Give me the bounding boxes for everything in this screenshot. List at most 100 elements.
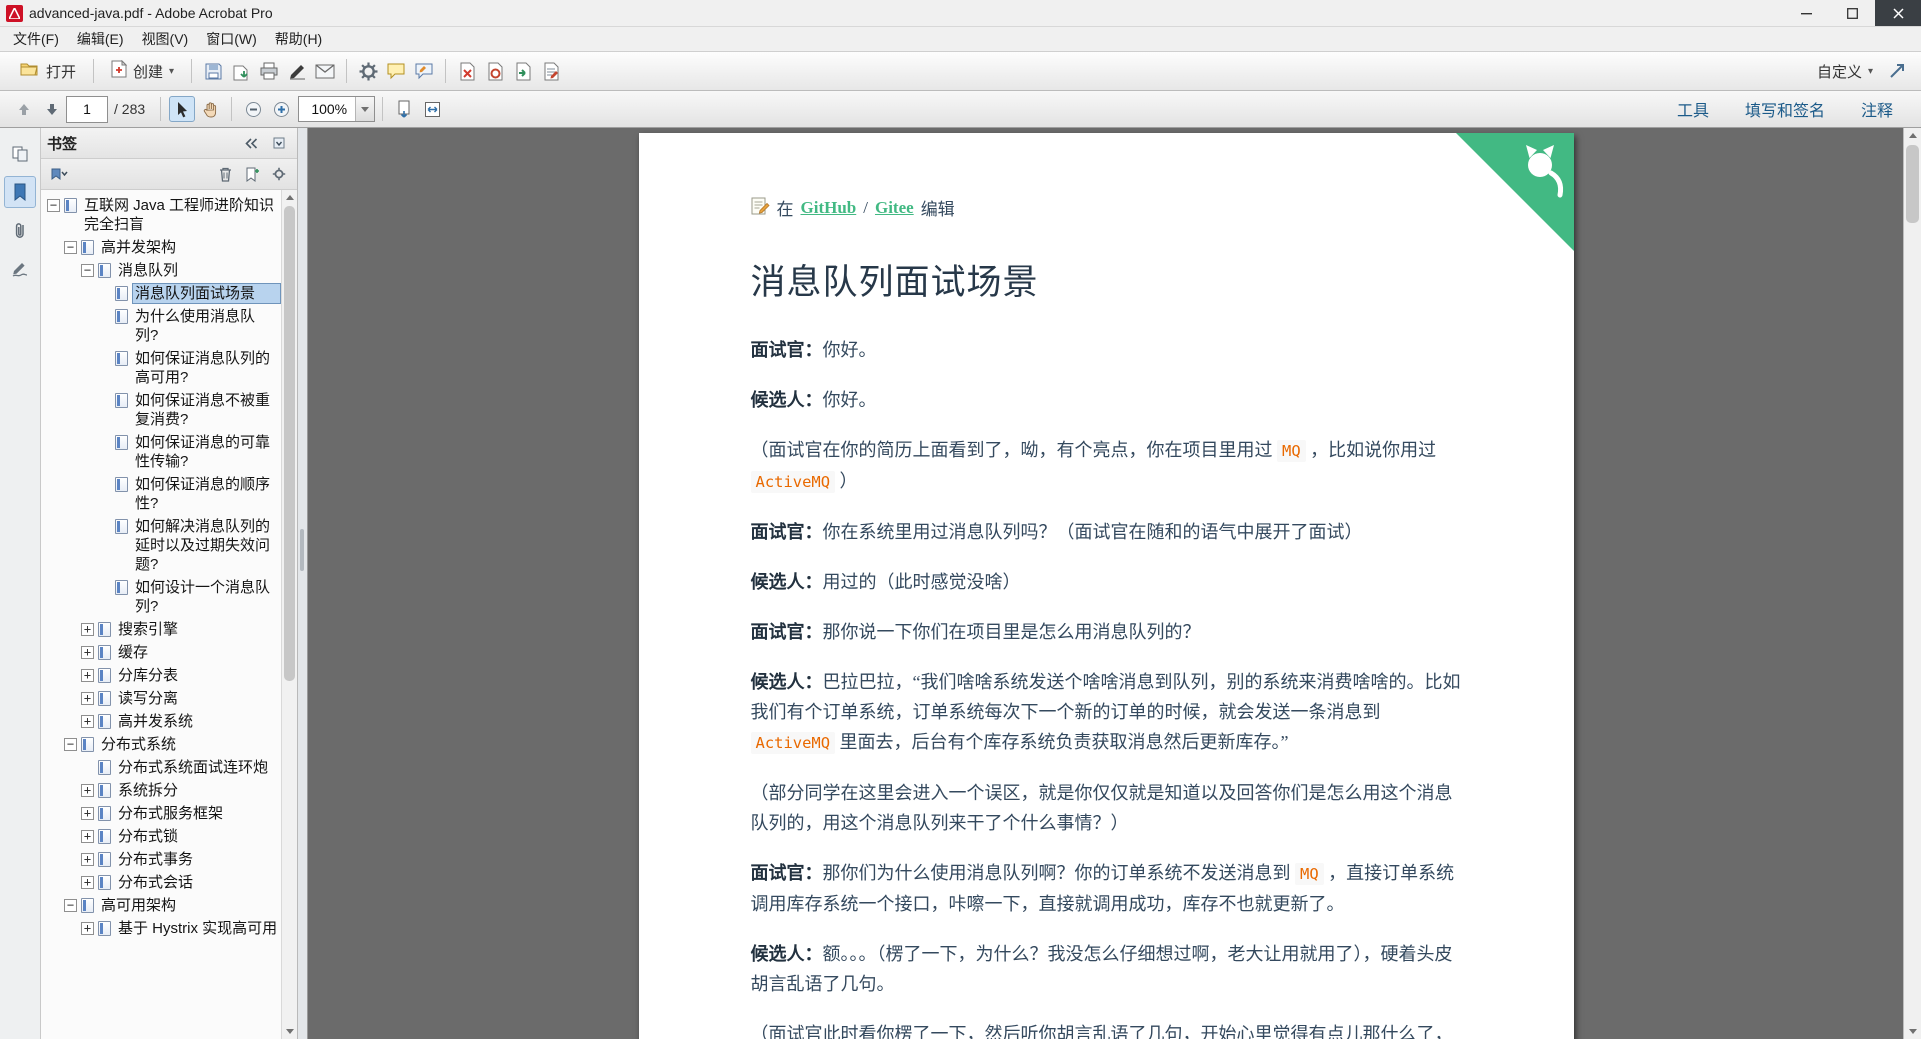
export-pdf-icon[interactable] (510, 58, 536, 84)
bookmark-item[interactable]: + 系统拆分 (41, 779, 282, 802)
minimize-button[interactable] (1783, 0, 1829, 26)
gitee-link[interactable]: Gitee (875, 198, 914, 218)
bookmark-item[interactable]: 如何保证消息的顺序性? (41, 473, 282, 515)
document-scroll-thumb[interactable] (1906, 145, 1919, 223)
delete-bookmark-icon[interactable] (213, 162, 237, 186)
bookmark-options-icon[interactable] (47, 162, 71, 186)
maximize-button[interactable] (1829, 0, 1875, 26)
expand-toggle-icon[interactable]: + (81, 646, 94, 659)
bookmark-item[interactable]: 如何保证消息队列的高可用? (41, 347, 282, 389)
page-thumbnails-icon[interactable] (4, 138, 36, 170)
github-link[interactable]: GitHub (801, 198, 857, 218)
bookmark-item[interactable]: + 分布式服务框架 (41, 802, 282, 825)
share-icon[interactable] (228, 58, 254, 84)
bookmark-item[interactable]: + 读写分离 (41, 687, 282, 710)
splitter-grip[interactable] (300, 528, 304, 571)
bookmark-item[interactable]: + 高并发系统 (41, 710, 282, 733)
bookmark-item[interactable]: − 互联网 Java 工程师进阶知识完全扫盲 (41, 194, 282, 236)
annotate-icon[interactable] (411, 58, 437, 84)
customize-button[interactable]: 自定义 ▾ (1807, 56, 1883, 87)
open-button[interactable]: 打开 (10, 56, 86, 87)
create-button[interactable]: 创建 ▾ (101, 55, 184, 87)
zoom-out-icon[interactable] (240, 96, 266, 122)
bookmarks-scroll-thumb[interactable] (284, 206, 295, 682)
zoom-in-icon[interactable] (268, 96, 294, 122)
bookmark-item[interactable]: − 分布式系统 (41, 733, 282, 756)
bookmark-item[interactable]: 分布式系统面试连环炮 (41, 756, 282, 779)
bookmark-item[interactable]: 如何解决消息队列的延时以及过期失效问题? (41, 515, 282, 576)
expand-toggle-icon[interactable]: + (81, 853, 94, 866)
document-scrollbar[interactable] (1903, 128, 1921, 1039)
expand-toggle-icon[interactable]: + (81, 876, 94, 889)
email-icon[interactable] (312, 58, 338, 84)
comment-icon[interactable] (383, 58, 409, 84)
bookmarks-panel-icon[interactable] (4, 176, 36, 208)
github-corner-cat-icon[interactable] (1455, 133, 1574, 251)
menu-item-1[interactable]: 文件(F) (4, 26, 68, 52)
bookmark-item[interactable]: + 搜索引擎 (41, 618, 282, 641)
bookmark-item[interactable]: + 缓存 (41, 641, 282, 664)
gear-icon[interactable] (355, 58, 381, 84)
bookmark-item[interactable]: 为什么使用消息队列? (41, 305, 282, 347)
hand-tool-icon[interactable] (197, 96, 223, 122)
bookmark-item[interactable]: 如何保证消息不被重复消费? (41, 389, 282, 431)
bookmark-item[interactable]: + 基于 Hystrix 实现高可用 (41, 917, 282, 940)
attachments-icon[interactable] (4, 214, 36, 246)
zoom-dropdown-icon[interactable] (355, 97, 375, 121)
panel-menu-icon[interactable] (267, 131, 291, 155)
collapse-toggle-icon[interactable]: − (47, 199, 60, 212)
menu-item-5[interactable]: 帮助(H) (266, 26, 331, 52)
bookmark-item[interactable]: 消息队列面试场景 (41, 282, 282, 305)
expand-toggle-icon[interactable]: + (81, 922, 94, 935)
page-number-input[interactable] (66, 95, 108, 123)
save-icon[interactable] (200, 58, 226, 84)
collapse-toggle-icon[interactable]: − (64, 738, 77, 751)
bookmark-item[interactable]: + 分布式会话 (41, 871, 282, 894)
bookmark-item[interactable]: − 消息队列 (41, 259, 282, 282)
bookmark-item[interactable]: + 分库分表 (41, 664, 282, 687)
scroll-down-icon[interactable] (282, 1024, 297, 1039)
fill-form-icon[interactable] (538, 58, 564, 84)
tools-panel-button[interactable]: 工具 (1659, 91, 1727, 127)
bookmark-item[interactable]: + 分布式锁 (41, 825, 282, 848)
bookmark-settings-icon[interactable] (267, 162, 291, 186)
bookmark-item[interactable]: 如何设计一个消息队列? (41, 576, 282, 618)
menu-item-3[interactable]: 视图(V) (133, 26, 198, 52)
collapse-toggle-icon[interactable]: − (64, 241, 77, 254)
print-icon[interactable] (256, 58, 282, 84)
expand-toggle-icon[interactable]: + (81, 830, 94, 843)
sign-icon[interactable] (284, 58, 310, 84)
menu-item-2[interactable]: 编辑(E) (68, 26, 133, 52)
doc-scroll-up-icon[interactable] (1904, 128, 1921, 143)
bookmark-item[interactable]: − 高可用架构 (41, 894, 282, 917)
toolbar-expand-icon[interactable] (1884, 58, 1910, 84)
collapse-toggle-icon[interactable]: − (64, 899, 77, 912)
expand-toggle-icon[interactable]: + (81, 692, 94, 705)
collapse-panel-icon[interactable] (239, 131, 263, 155)
expand-toggle-icon[interactable]: + (81, 623, 94, 636)
panel-splitter[interactable] (298, 128, 308, 1039)
expand-toggle-icon[interactable]: + (81, 807, 94, 820)
select-tool-icon[interactable] (169, 96, 196, 122)
next-page-icon[interactable] (39, 96, 65, 122)
new-bookmark-icon[interactable] (240, 162, 264, 186)
bookmark-item[interactable]: 如何保证消息的可靠性传输? (41, 431, 282, 473)
bookmark-item[interactable]: + 分布式事务 (41, 848, 282, 871)
zoom-level-select[interactable]: 100% (298, 96, 376, 122)
extract-pages-icon[interactable] (482, 58, 508, 84)
previous-page-icon[interactable] (11, 96, 37, 122)
delete-pages-icon[interactable] (454, 58, 480, 84)
fit-page-icon[interactable] (419, 96, 445, 122)
bookmark-item[interactable]: − 高并发架构 (41, 236, 282, 259)
document-viewport[interactable]: 在 GitHub / Gitee 编辑 消息队列面试场景 面试官：你好。 候选人：… (308, 128, 1904, 1039)
close-button[interactable] (1875, 0, 1921, 26)
comment-panel-button[interactable]: 注释 (1843, 91, 1911, 127)
expand-toggle-icon[interactable]: + (81, 784, 94, 797)
menu-item-4[interactable]: 窗口(W) (197, 26, 266, 52)
fill-sign-panel-button[interactable]: 填写和签名 (1727, 91, 1843, 127)
doc-scroll-down-icon[interactable] (1904, 1024, 1921, 1039)
scroll-mode-icon[interactable] (391, 96, 417, 122)
collapse-toggle-icon[interactable]: − (81, 264, 94, 277)
scroll-up-icon[interactable] (282, 190, 297, 205)
expand-toggle-icon[interactable]: + (81, 715, 94, 728)
